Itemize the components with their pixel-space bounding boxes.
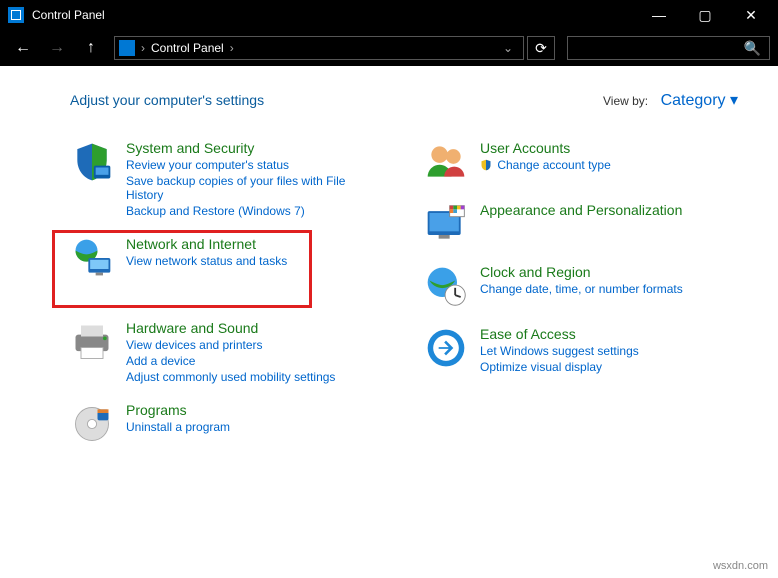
view-by-control[interactable]: View by: Category [603,90,738,110]
category-title[interactable]: Appearance and Personalization [480,202,682,218]
category-link[interactable]: Adjust commonly used mobility settings [126,370,335,384]
category-system-security: System and Security Review your computer… [70,140,384,218]
printer-icon [70,320,114,364]
category-link[interactable]: Optimize visual display [480,360,639,374]
nav-toolbar: ← → ↑ › Control Panel › ⌄ ⟳ 🔍 [0,30,778,66]
up-button[interactable]: ↑ [76,34,106,62]
category-title[interactable]: Ease of Access [480,326,639,342]
category-hardware-sound: Hardware and Sound View devices and prin… [70,320,384,384]
watermark: wsxdn.com [713,560,768,572]
category-title[interactable]: Programs [126,402,230,418]
breadcrumb-root[interactable]: Control Panel [151,41,224,55]
category-clock-region: Clock and Region Change date, time, or n… [424,264,738,308]
view-by-label: View by: [603,94,648,108]
category-link[interactable]: Add a device [126,354,335,368]
chevron-right-icon: › [141,41,145,55]
category-ease-of-access: Ease of Access Let Windows suggest setti… [424,326,738,374]
search-icon: 🔍 [744,40,761,57]
right-column: User Accounts Change account type Appear… [424,140,738,446]
chevron-right-icon: › [230,41,234,55]
maximize-button[interactable]: ▢ [682,0,728,30]
category-network-internet: Network and Internet View network status… [70,236,384,280]
globe-network-icon [70,236,114,280]
category-link[interactable]: Backup and Restore (Windows 7) [126,204,384,218]
category-link[interactable]: Review your computer's status [126,158,384,172]
address-bar[interactable]: › Control Panel › ⌄ [114,36,524,60]
view-by-value[interactable]: Category [661,92,738,109]
category-title[interactable]: System and Security [126,140,384,156]
left-column: System and Security Review your computer… [70,140,384,446]
category-title[interactable]: Network and Internet [126,236,287,252]
title-bar: Control Panel — ▢ ✕ [0,0,778,30]
content-area: Adjust your computer's settings View by:… [0,66,778,466]
category-link[interactable]: Save backup copies of your files with Fi… [126,174,384,202]
category-link[interactable]: Change account type [480,158,611,172]
ease-of-access-icon [424,326,468,370]
category-link[interactable]: Change date, time, or number formats [480,282,683,296]
control-panel-icon [8,7,24,23]
category-appearance: Appearance and Personalization [424,202,738,246]
monitor-personalization-icon [424,202,468,246]
category-title[interactable]: Hardware and Sound [126,320,335,336]
back-button[interactable]: ← [8,34,38,62]
shield-icon [70,140,114,184]
uac-shield-icon [480,159,492,171]
category-link[interactable]: View devices and printers [126,338,335,352]
category-programs: Programs Uninstall a program [70,402,384,446]
category-user-accounts: User Accounts Change account type [424,140,738,184]
forward-button[interactable]: → [42,34,72,62]
refresh-button[interactable]: ⟳ [527,36,555,60]
window-title: Control Panel [32,8,636,22]
category-link[interactable]: Uninstall a program [126,420,230,434]
address-dropdown-icon[interactable]: ⌄ [503,41,513,55]
page-heading: Adjust your computer's settings [70,92,603,108]
category-link[interactable]: View network status and tasks [126,254,287,268]
users-icon [424,140,468,184]
minimize-button[interactable]: — [636,0,682,30]
category-title[interactable]: User Accounts [480,140,611,156]
category-title[interactable]: Clock and Region [480,264,683,280]
category-link[interactable]: Let Windows suggest settings [480,344,639,358]
search-box[interactable]: 🔍 [567,36,770,60]
disc-icon [70,402,114,446]
close-button[interactable]: ✕ [728,0,774,30]
globe-clock-icon [424,264,468,308]
breadcrumb-icon [119,40,135,56]
